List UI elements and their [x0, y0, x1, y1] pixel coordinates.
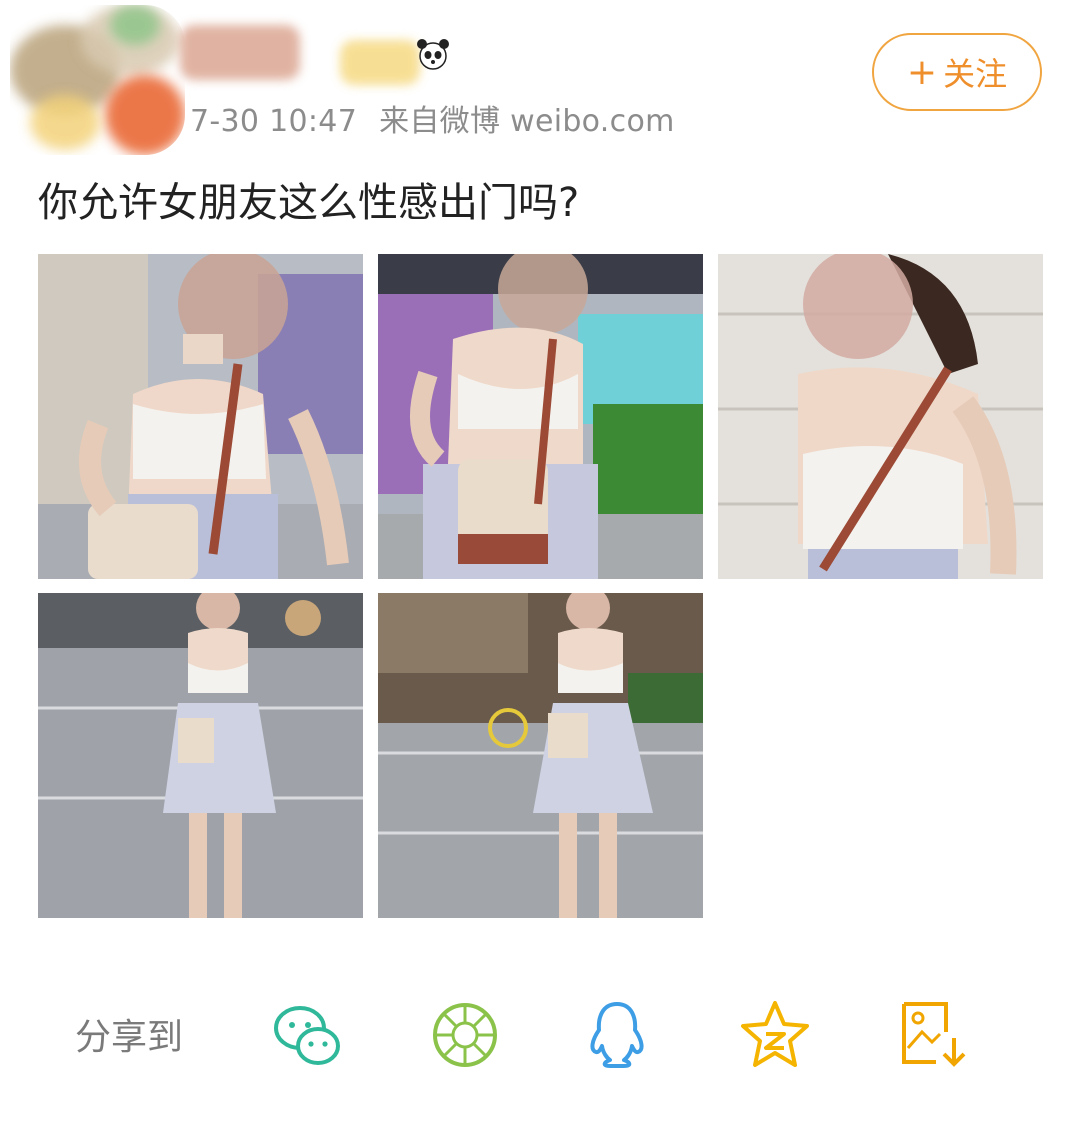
post-source: 来自微博 weibo.com — [379, 104, 675, 139]
panda-badge-icon — [417, 39, 449, 70]
share-label: 分享到 — [75, 1017, 184, 1058]
photo-street-woman-icon — [378, 254, 703, 579]
share-bar: 分享到 — [0, 990, 1080, 1080]
follow-label: 关注 — [943, 55, 1008, 93]
qzone-icon[interactable] — [738, 998, 812, 1072]
post-text: 你允许女朋友这么性感出门吗? — [38, 180, 580, 226]
photo-street-woman-icon — [38, 254, 363, 579]
photo-street-woman-icon — [378, 593, 703, 918]
qq-icon[interactable] — [580, 998, 654, 1072]
post-meta: 7-30 10:47 来自微博 weibo.com — [190, 96, 675, 140]
photo-grid — [38, 254, 1044, 918]
username-blurred[interactable] — [180, 20, 440, 90]
photo-thumbnail-2[interactable] — [378, 254, 703, 579]
moments-icon[interactable] — [428, 998, 502, 1072]
photo-thumbnail-3[interactable] — [718, 254, 1043, 579]
photo-thumbnail-4[interactable] — [38, 593, 363, 918]
avatar[interactable] — [10, 5, 185, 155]
save-image-icon[interactable] — [896, 998, 970, 1072]
follow-button[interactable]: + 关注 — [872, 33, 1042, 111]
photo-thumbnail-5[interactable] — [378, 593, 703, 918]
post-timestamp: 7-30 10:47 — [190, 104, 358, 139]
plus-icon: + — [906, 51, 938, 93]
photo-thumbnail-1[interactable] — [38, 254, 363, 579]
photo-street-woman-icon — [718, 254, 1043, 579]
wechat-icon[interactable] — [270, 998, 344, 1072]
photo-street-woman-icon — [38, 593, 363, 918]
